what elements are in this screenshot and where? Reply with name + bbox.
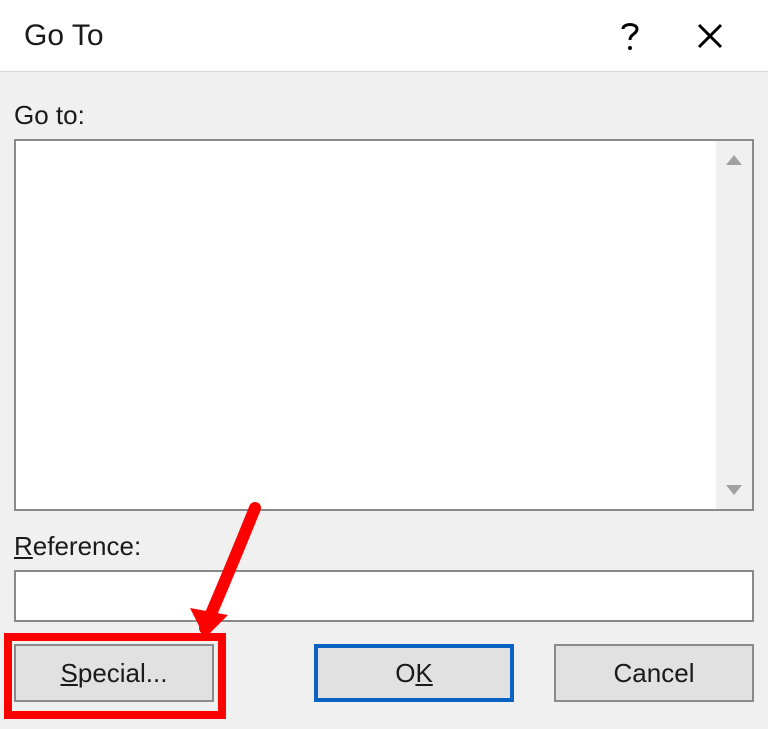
special-button[interactable]: Special... bbox=[14, 644, 214, 702]
ok-cancel-group: OK Cancel bbox=[314, 644, 754, 702]
scroll-down-icon[interactable] bbox=[724, 479, 744, 501]
help-button[interactable] bbox=[590, 0, 670, 72]
reference-label-mnemonic: R bbox=[14, 531, 33, 561]
ok-button[interactable]: OK bbox=[314, 644, 514, 702]
scroll-up-icon[interactable] bbox=[724, 149, 744, 171]
ok-mnemonic: K bbox=[415, 658, 432, 689]
goto-label: Go to: bbox=[14, 100, 754, 131]
dialog-body: Go to: Reference: Special... OK Cancel bbox=[0, 72, 768, 716]
scrollbar[interactable] bbox=[716, 141, 752, 509]
reference-label: Reference: bbox=[14, 531, 754, 562]
reference-label-rest: eference: bbox=[33, 531, 141, 561]
close-button[interactable] bbox=[670, 0, 750, 72]
button-row: Special... OK Cancel bbox=[14, 644, 754, 702]
cancel-button[interactable]: Cancel bbox=[554, 644, 754, 702]
goto-listbox-container bbox=[14, 139, 754, 511]
ok-prefix: O bbox=[395, 658, 415, 689]
dialog-title: Go To bbox=[24, 19, 590, 53]
goto-listbox[interactable] bbox=[16, 141, 716, 509]
titlebar: Go To bbox=[0, 0, 768, 72]
reference-input[interactable] bbox=[14, 570, 754, 622]
special-mnemonic: S bbox=[61, 658, 78, 689]
special-rest: pecial... bbox=[78, 658, 168, 689]
